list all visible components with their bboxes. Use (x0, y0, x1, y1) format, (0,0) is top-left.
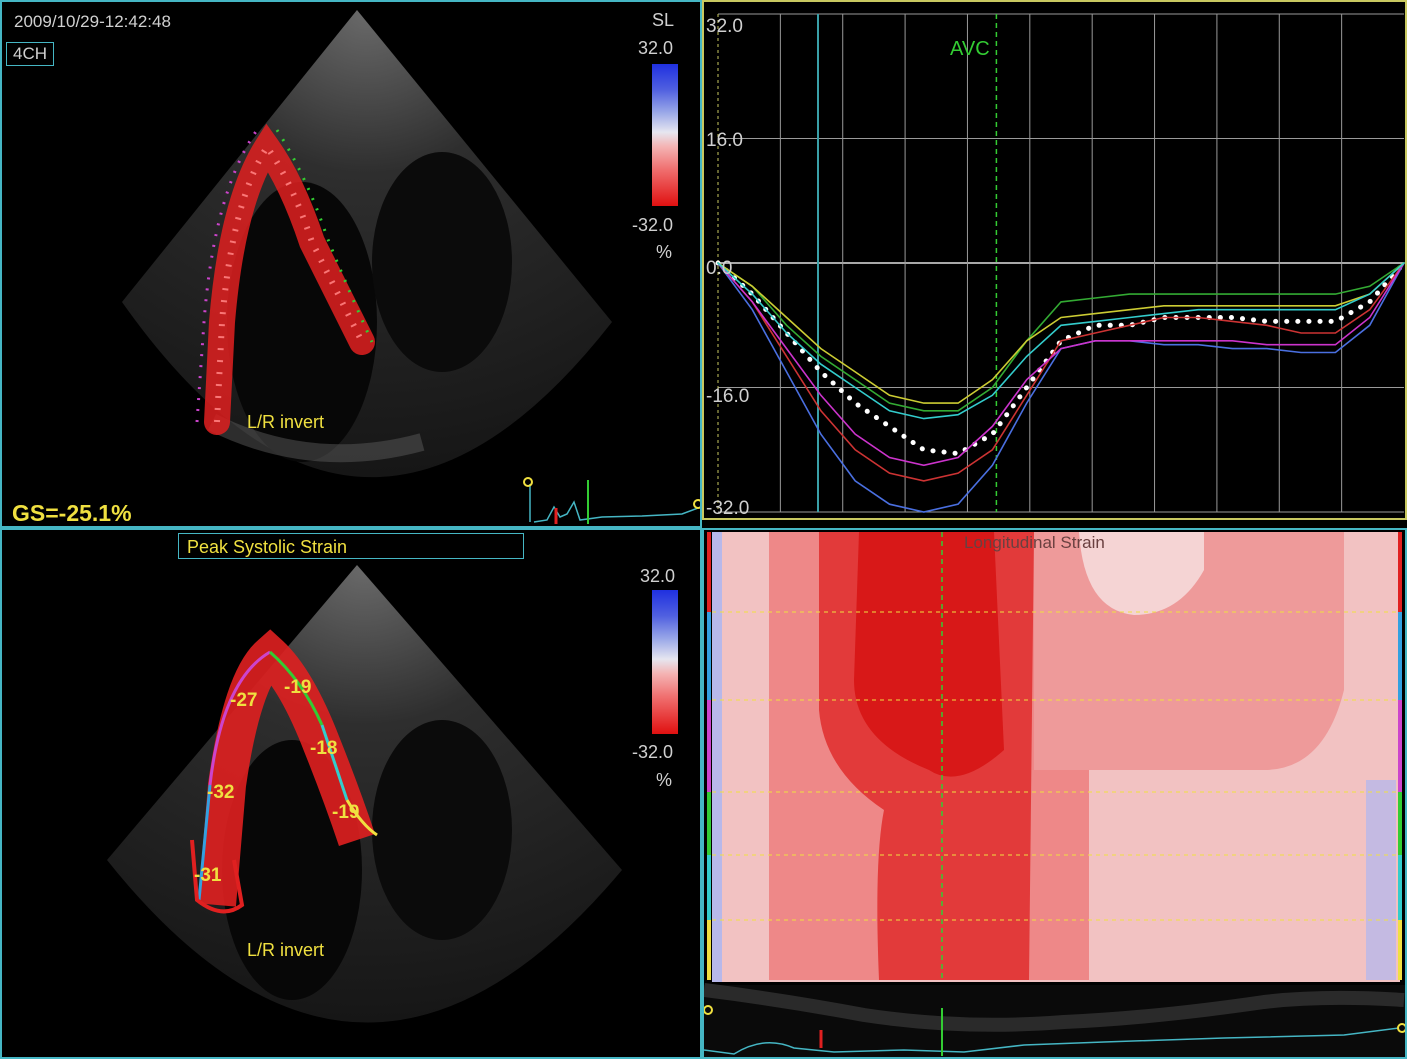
strain-curve-4 (717, 262, 1405, 412)
scale-max: 32.0 (640, 566, 676, 586)
segment-value-mid-lateral: -18 (310, 738, 338, 759)
strain-curve-0 (715, 260, 1405, 457)
segment-value-apical-septal: -27 (230, 690, 258, 711)
scale-min: -32.0 (632, 215, 674, 235)
color-scale-bar (652, 590, 678, 734)
y-tick-label: -16.0 (706, 386, 750, 407)
y-tick-label: -32.0 (706, 498, 750, 519)
echo-panel-bottom: Peak Systolic Strain 32.0 -32.0 % -27 -1… (0, 528, 702, 1059)
echo-image-top (122, 10, 612, 478)
y-tick-label: 16.0 (706, 130, 743, 151)
avc-marker-label: AVC (950, 38, 990, 60)
y-tick-label: 0.0 (706, 258, 733, 279)
color-scale-bar (652, 64, 678, 206)
global-strain: GS=-25.1% (12, 500, 132, 526)
segment-value-apical-lateral: -19 (284, 677, 312, 698)
strain-curve-chart (715, 13, 1405, 513)
segment-value-basal-lateral: -19 (332, 802, 360, 823)
panel-title: Peak Systolic Strain (178, 533, 524, 559)
view-label: 4CH (6, 42, 55, 66)
y-tick-label: 32.0 (706, 16, 743, 37)
timestamp: 2009/10/29-12:42:48 (14, 12, 171, 31)
strain-curve-2 (717, 262, 1405, 482)
scale-label: SL (652, 10, 675, 30)
segment-value-mid-septal: -32 (207, 782, 235, 803)
invert-note: L/R invert (247, 940, 325, 960)
strain-heatmap (704, 532, 1405, 1057)
heatmap-title: Longitudinal Strain (964, 533, 1105, 552)
scale-min: -32.0 (632, 742, 674, 762)
echo-panel-top: 2009/10/29-12:42:48 4CH SL 32.0 -32.0 % … (0, 0, 702, 528)
segment-value-basal-septal: -31 (194, 865, 222, 886)
scale-unit: % (656, 242, 673, 262)
scale-max: 32.0 (638, 38, 674, 58)
invert-note: L/R invert (247, 412, 325, 432)
strain-heatmap-panel: Longitudinal Strain (702, 528, 1407, 1059)
scale-unit: % (656, 770, 673, 790)
echo-image-bottom (107, 565, 622, 1023)
strain-curve-panel: 32.0 16.0 0.0 -16.0 -32.0 AVC (702, 0, 1407, 520)
